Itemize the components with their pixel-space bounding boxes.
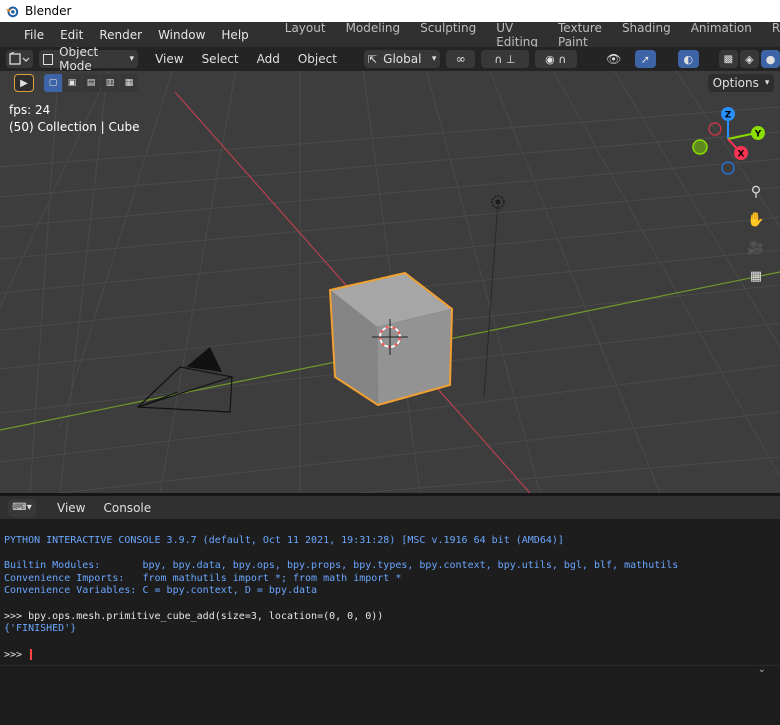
tab-texture-paint[interactable]: Texture Paint	[548, 21, 612, 49]
window-titlebar: Blender	[0, 0, 780, 22]
select-extend-button[interactable]: ▣	[63, 74, 81, 92]
python-console[interactable]: PYTHON INTERACTIVE CONSOLE 3.9.7 (defaul…	[0, 519, 780, 665]
eye-icon: 👁	[606, 52, 622, 66]
viewport-scene	[0, 47, 780, 493]
shading-wireframe[interactable]: ◈	[739, 50, 759, 68]
menu-edit[interactable]: Edit	[52, 28, 91, 42]
select-invert-button[interactable]: ▥	[101, 74, 119, 92]
window-title: Blender	[25, 4, 72, 18]
cursor-icon: ▶	[20, 77, 28, 89]
select-new-icon: ▢	[48, 78, 58, 88]
tab-layout[interactable]: Layout	[275, 21, 336, 49]
chevron-down-icon: ▾	[764, 78, 770, 88]
zoom-icon[interactable]: ⚲	[745, 181, 767, 203]
xray-icon: ▩	[723, 53, 734, 65]
menu-help[interactable]: Help	[213, 28, 256, 42]
tab-sculpting[interactable]: Sculpting	[410, 21, 486, 49]
overlays-icon: ◐	[683, 52, 694, 66]
select-box-tool[interactable]: ▶	[14, 74, 34, 92]
visibility-dropdown[interactable]: 👁	[595, 52, 633, 66]
viewport-header: Object Mode ▾ View Select Add Object ⇱ G…	[0, 47, 780, 73]
select-new-button[interactable]: ▢	[44, 74, 62, 92]
object-mode-icon	[42, 53, 54, 65]
proportional-editing[interactable]: ◉ ∩	[534, 50, 577, 68]
pan-hand-icon[interactable]: ✋	[745, 209, 767, 231]
select-invert-icon: ▥	[105, 78, 115, 88]
editor-type-icon	[9, 52, 30, 65]
console-line: Builtin Modules: bpy, bpy.data, bpy.ops,…	[4, 560, 679, 571]
options-label: Options	[712, 76, 759, 90]
fps-readout: fps: 24	[9, 103, 51, 117]
console-line: Convenience Variables: C = bpy.context, …	[4, 585, 318, 596]
menu-window[interactable]: Window	[150, 28, 213, 42]
mode-label: Object Mode	[59, 47, 99, 73]
3d-viewport[interactable]: Object Mode ▾ View Select Add Object ⇱ G…	[0, 47, 780, 493]
menu-file[interactable]: File	[16, 28, 52, 42]
select-intersect-button[interactable]: ▦	[120, 74, 138, 92]
console-footer: ⌄	[0, 664, 780, 725]
transform-orientation-dropdown[interactable]: ⇱ Global ▾	[363, 50, 441, 68]
tab-rendering[interactable]: Renderi	[762, 21, 780, 49]
snap-magnet-icon: ∩ ⊥	[494, 52, 516, 66]
blender-logo-icon	[5, 6, 19, 18]
select-extend-icon: ▣	[67, 78, 77, 88]
editor-type-button[interactable]	[6, 50, 33, 68]
console-menu-console[interactable]: Console	[94, 501, 160, 515]
text-cursor	[30, 649, 33, 660]
wireframe-sphere-icon: ◈	[745, 52, 754, 66]
header-menu-view[interactable]: View	[146, 52, 192, 66]
options-dropdown[interactable]: Options ▾	[708, 74, 774, 92]
gizmo-y-label: Y	[754, 130, 762, 140]
gizmo-x-label: X	[738, 150, 745, 160]
xray-toggle[interactable]: ▩	[718, 50, 738, 68]
header-menu-add[interactable]: Add	[248, 52, 289, 66]
snap-toggle[interactable]: ∩ ⊥	[481, 50, 529, 68]
tab-animation[interactable]: Animation	[681, 21, 762, 49]
select-subtract-icon: ▤	[86, 78, 96, 88]
perspective-grid-icon[interactable]: ▦	[745, 265, 767, 287]
overlays-toggle[interactable]: ◐	[677, 50, 699, 68]
menu-render[interactable]: Render	[91, 28, 150, 42]
console-line: PYTHON INTERACTIVE CONSOLE 3.9.7 (defaul…	[4, 535, 564, 546]
console-line: {'FINISHED'}	[4, 623, 77, 634]
chevron-down-icon[interactable]: ⌄	[758, 664, 766, 675]
console-line: Convenience Imports: from mathutils impo…	[4, 573, 402, 584]
pivot-point-dropdown[interactable]: ∞	[446, 50, 476, 68]
console-icon: ⌨▾	[12, 502, 32, 513]
shading-solid[interactable]: ●	[760, 50, 780, 68]
gizmo-icon: ➚	[640, 52, 650, 66]
proportional-edit-icon: ◉ ∩	[545, 52, 567, 66]
workspace-tabs: Layout Modeling Sculpting UV Editing Tex…	[275, 21, 780, 49]
prompt-text: >>>	[4, 649, 29, 661]
orientation-icon: ⇱	[367, 52, 378, 66]
gizmo-toggle[interactable]: ➚	[634, 50, 656, 68]
header-menu-object[interactable]: Object	[289, 52, 346, 66]
object-info-text: (50) Collection | Cube	[9, 120, 140, 134]
camera-view-icon[interactable]: 🎥	[745, 237, 767, 259]
orientation-label: Global	[383, 52, 422, 66]
mode-dropdown[interactable]: Object Mode ▾	[38, 47, 139, 73]
navigation-gizmo[interactable]: Z Y X	[688, 105, 768, 177]
console-line: >>> bpy.ops.mesh.primitive_cube_add(size…	[4, 611, 384, 622]
console-header: ⌨▾ View Console	[0, 496, 780, 519]
console-menu-view[interactable]: View	[48, 501, 94, 515]
tab-uv-editing[interactable]: UV Editing	[486, 21, 548, 49]
console-editor-type-button[interactable]: ⌨▾	[8, 498, 36, 517]
top-menu-bar: File Edit Render Window Help Layout Mode…	[0, 21, 780, 49]
select-subtract-button[interactable]: ▤	[82, 74, 100, 92]
pivot-icon: ∞	[455, 52, 466, 66]
console-prompt[interactable]: >>>	[4, 649, 33, 662]
tab-shading[interactable]: Shading	[612, 21, 681, 49]
chevron-down-icon: ▾	[129, 54, 135, 64]
tool-subheader: ▶ ▢ ▣ ▤ ▥ ▦ Options ▾	[0, 71, 780, 95]
gizmo-z-label: Z	[725, 111, 732, 121]
tab-modeling[interactable]: Modeling	[336, 21, 411, 49]
header-menu-select[interactable]: Select	[193, 52, 248, 66]
selection-mode-group: ▢ ▣ ▤ ▥ ▦	[44, 74, 138, 92]
select-intersect-icon: ▦	[124, 78, 134, 88]
solid-sphere-icon: ●	[765, 52, 776, 66]
chevron-down-icon: ▾	[431, 54, 437, 64]
